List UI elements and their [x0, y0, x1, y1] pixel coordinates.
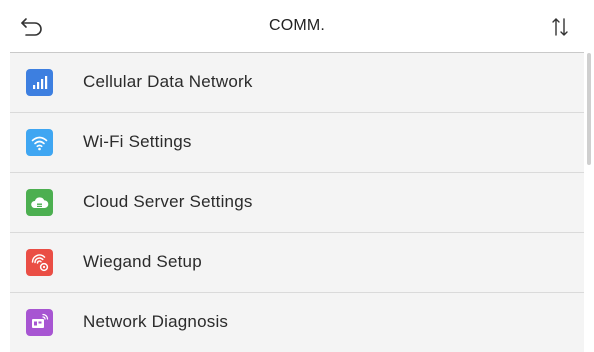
- menu-item-cellular-data-network[interactable]: Cellular Data Network: [10, 53, 584, 113]
- comm-settings-screen: COMM. Cellular Data Network Wi-Fi Settin…: [0, 0, 594, 352]
- wiegand-icon: [26, 249, 53, 276]
- comm-menu-list: Cellular Data Network Wi-Fi Settings Clo…: [10, 52, 584, 352]
- scrollbar-thumb[interactable]: [587, 53, 591, 165]
- menu-item-wiegand-setup[interactable]: Wiegand Setup: [10, 233, 584, 293]
- page-title: COMM.: [268, 17, 326, 34]
- wifi-icon: [26, 129, 53, 156]
- menu-item-network-diagnosis[interactable]: Network Diagnosis: [10, 293, 584, 352]
- menu-item-cloud-server-settings[interactable]: Cloud Server Settings: [10, 173, 584, 233]
- sort-arrows-icon: [552, 18, 568, 36]
- sort-button[interactable]: [548, 15, 572, 39]
- menu-item-label: Network Diagnosis: [83, 312, 229, 331]
- menu-item-label: Cellular Data Network: [83, 72, 253, 91]
- menu-item-label: Cloud Server Settings: [83, 192, 253, 211]
- menu-item-wifi-settings[interactable]: Wi-Fi Settings: [10, 113, 584, 173]
- network-diagnosis-icon: [26, 309, 53, 336]
- menu-item-label: Wiegand Setup: [83, 252, 202, 271]
- menu-item-label: Wi-Fi Settings: [83, 132, 192, 151]
- header-bar: COMM.: [10, 0, 584, 52]
- cloud-icon: [26, 189, 53, 216]
- cellular-signal-icon: [26, 69, 53, 96]
